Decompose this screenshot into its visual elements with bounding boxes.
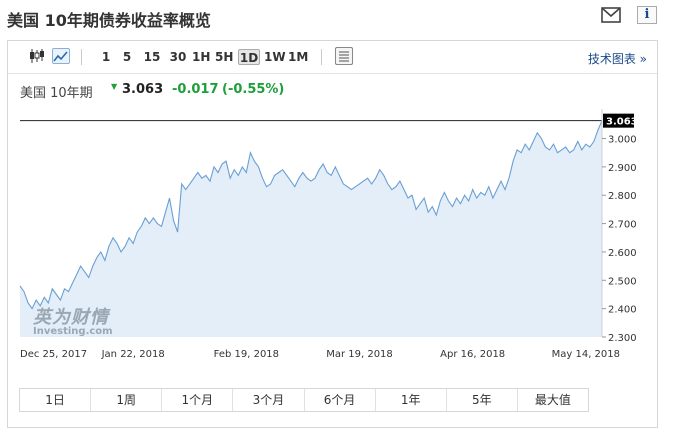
x-tick-label: Feb 19, 2018 <box>214 349 279 360</box>
y-tick-label: 2.800 <box>608 191 637 202</box>
y-tick-label: 2.300 <box>608 333 637 344</box>
x-tick-label: Jan 22, 2018 <box>101 349 165 360</box>
range-5y[interactable]: 5年 <box>447 389 518 411</box>
range-selector: 1日 1周 1个月 3个月 6个月 1年 5年 最大值 <box>19 388 589 412</box>
y-tick-label: 2.600 <box>608 248 637 259</box>
y-tick-label: 2.400 <box>608 305 637 316</box>
y-tick-label: 2.700 <box>608 220 637 231</box>
range-1w[interactable]: 1周 <box>91 389 163 411</box>
range-1m[interactable]: 1个月 <box>162 389 234 411</box>
y-tick-label: 2.500 <box>608 276 637 287</box>
range-1y[interactable]: 1年 <box>376 389 447 411</box>
page-title: 美国 10年期债券收益率概览 <box>7 11 211 30</box>
range-1d[interactable]: 1日 <box>20 389 92 411</box>
mail-icon[interactable] <box>601 6 621 24</box>
y-tick-label: 3.000 <box>608 135 637 146</box>
last-price-label: 3.063 <box>606 117 638 128</box>
watermark-logo: 英为财情 Investing.com <box>33 303 113 337</box>
watermark-sub: Investing.com <box>33 326 113 337</box>
x-tick-label: Apr 16, 2018 <box>440 349 505 360</box>
x-tick-label: Dec 25, 2017 <box>20 349 87 360</box>
range-max[interactable]: 最大值 <box>518 389 588 411</box>
range-3m[interactable]: 3个月 <box>233 389 305 411</box>
range-6m[interactable]: 6个月 <box>305 389 376 411</box>
y-tick-label: 2.900 <box>608 163 637 174</box>
x-tick-label: Mar 19, 2018 <box>326 349 393 360</box>
info-icon[interactable]: i <box>637 6 657 24</box>
x-tick-label: May 14, 2018 <box>552 349 620 360</box>
chart-widget: 1 5 15 30 1H 5H 1D 1W 1M 技术图表 » 美国 10年期 … <box>7 40 658 428</box>
